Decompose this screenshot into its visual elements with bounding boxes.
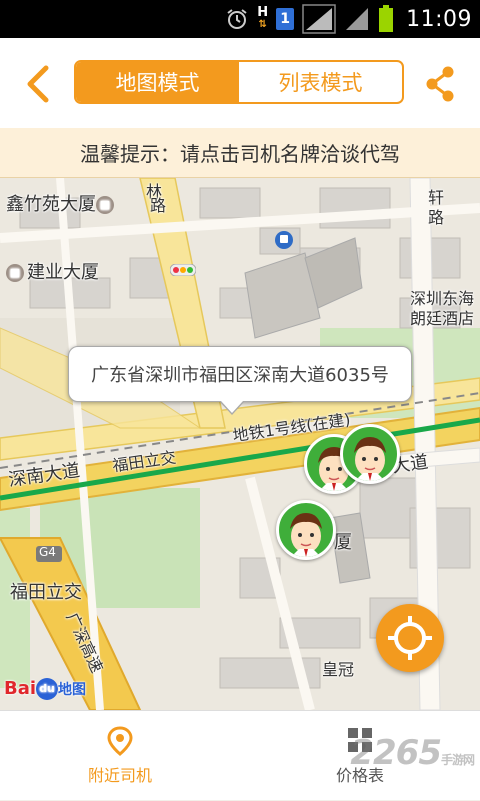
watermark-main: 2265 (350, 733, 442, 773)
share-button[interactable] (420, 62, 460, 106)
tab-list-mode[interactable]: 列表模式 (239, 62, 402, 102)
locate-target-icon (388, 616, 432, 660)
map-label-g4: G4 (39, 545, 56, 559)
driver-marker[interactable] (340, 424, 400, 484)
sim-card-icon: 1 (276, 8, 295, 30)
tip-banner: 温馨提示：请点击司机名牌洽谈代驾 (0, 128, 480, 178)
callout-address: 广东省深圳市福田区深南大道6035号 (91, 365, 389, 386)
locate-button[interactable] (376, 604, 444, 672)
logo-paw-icon: du (36, 678, 59, 700)
map-label-crown: 皇冠 (322, 660, 355, 679)
map-label-lu: 路 (150, 196, 167, 215)
driver-avatar-icon (290, 513, 322, 557)
logo-text: Bai (4, 678, 37, 699)
alarm-icon (227, 9, 247, 29)
share-icon (426, 66, 454, 102)
data-arrows-icon: H ⇅ (257, 5, 269, 30)
building-icon: ■ (6, 264, 24, 282)
tab-nearby-label: 附近司机 (87, 766, 152, 785)
view-mode-toggle: 地图模式 列表模式 (74, 60, 404, 104)
back-button[interactable] (18, 62, 58, 106)
map-label-road-right: 路 (428, 208, 445, 227)
signal-icon (346, 8, 369, 30)
traffic-light-icon (170, 264, 196, 276)
battery-icon (379, 5, 394, 32)
signal-icon (302, 4, 336, 34)
tab-nearby-drivers[interactable]: 附近司机 (0, 711, 240, 801)
chevron-left-icon (27, 65, 49, 103)
watermark-sub: 手游网 (440, 753, 475, 767)
location-pin-icon (107, 726, 133, 756)
driver-avatar-icon (354, 437, 386, 481)
driver-marker[interactable] (276, 500, 336, 560)
site-watermark: 2265手游网 (350, 733, 475, 773)
clock: 11:09 (406, 6, 472, 32)
building-icon: ■ (96, 196, 114, 214)
baidu-map-logo: Bai du 地图 (4, 678, 86, 700)
status-bar: H ⇅ 1 11:09 (0, 0, 480, 38)
map-label-jianye: ■ 建业大厦 (6, 258, 99, 284)
logo-map-text: 地图 (58, 682, 87, 698)
app-header: 地图模式 列表模式 (0, 38, 480, 128)
tab-map-mode[interactable]: 地图模式 (76, 62, 239, 102)
map-label-xia: 厦 (334, 532, 352, 553)
status-icons: H ⇅ 1 11:09 (225, 0, 472, 38)
map-label-futian-interchange: 福田立交 (10, 582, 82, 603)
address-callout[interactable]: 广东省深圳市福田区深南大道6035号 (68, 346, 412, 415)
map-label-xinzhuyuan: 鑫竹苑大厦 ■ (6, 190, 117, 216)
label-text: 鑫竹苑大厦 (6, 194, 96, 215)
tip-text: 温馨提示：请点击司机名牌洽谈代驾 (80, 142, 400, 166)
data-type-label: H (257, 5, 269, 20)
label-text: 建业大厦 (27, 262, 99, 283)
metro-station-icon (275, 231, 293, 249)
map-label-hotel-line2: 朗廷酒店 (410, 309, 475, 328)
map-view[interactable]: 鑫竹苑大厦 ■ ■ 建业大厦 深圳东海 朗廷酒店 林 路 轩 路 地铁1号线(在建)… (0, 178, 480, 710)
bottom-tab-bar: 附近司机 价格表 2265手游网 (0, 710, 480, 800)
